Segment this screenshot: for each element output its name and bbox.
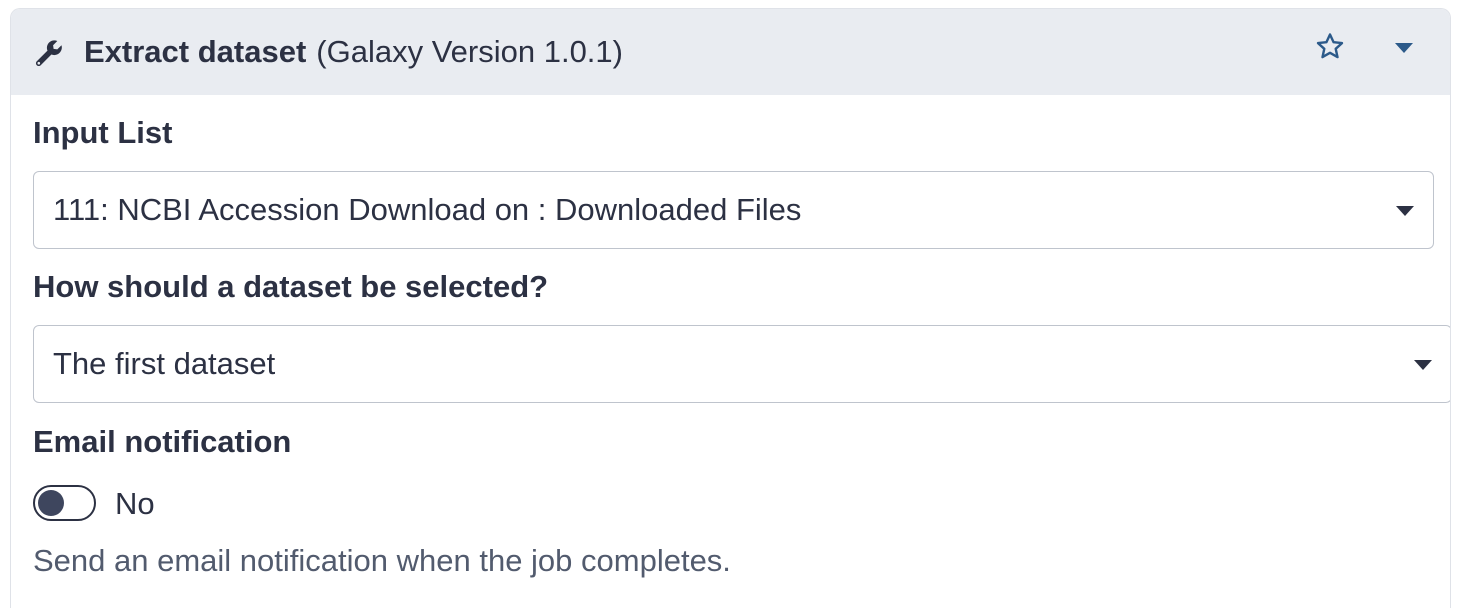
chevron-down-icon <box>1396 206 1414 216</box>
email-notification-toggle[interactable] <box>33 485 96 521</box>
star-icon[interactable] <box>1313 31 1347 65</box>
tool-name: Extract dataset <box>84 34 307 69</box>
chevron-down-icon <box>1414 360 1432 370</box>
input-list-select[interactable]: 111: NCBI Accession Download on : Downlo… <box>33 171 1434 249</box>
tool-header: Extract dataset (Galaxy Version 1.0.1) <box>11 9 1450 95</box>
tool-version: (Galaxy Version 1.0.1) <box>316 34 623 69</box>
toggle-knob <box>38 490 64 516</box>
selection-method-value: The first dataset <box>53 346 276 381</box>
selection-method-select[interactable]: The first dataset <box>33 325 1450 403</box>
email-notification-label: Email notification <box>33 424 292 459</box>
wrench-icon <box>35 40 62 67</box>
input-list-label: Input List <box>33 115 173 150</box>
tool-title: Extract dataset (Galaxy Version 1.0.1) <box>84 33 623 71</box>
input-list-value: 111: NCBI Accession Download on : Downlo… <box>53 192 802 227</box>
selection-method-label: How should a dataset be selected? <box>33 269 549 304</box>
tool-form-panel: Extract dataset (Galaxy Version 1.0.1) In… <box>10 8 1451 608</box>
email-notification-help: Send an email notification when the job … <box>33 543 731 578</box>
caret-down-icon[interactable] <box>1394 42 1414 54</box>
toggle-state-label: No <box>115 486 155 521</box>
